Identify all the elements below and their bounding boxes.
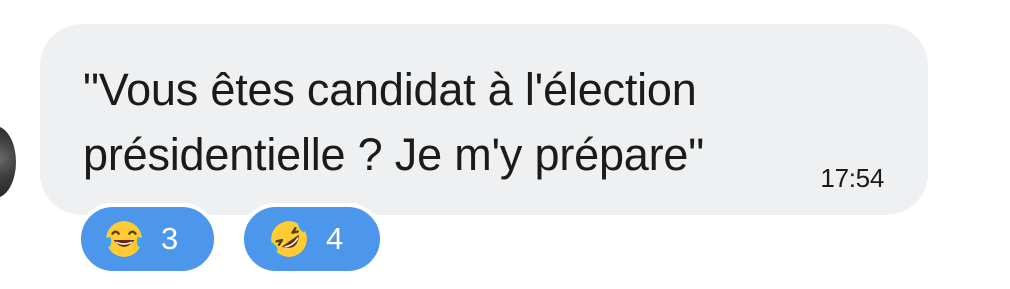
reactions-bar: 3 4	[77, 203, 384, 275]
message-bubble[interactable]: "Vous êtes candidat à l'élection préside…	[40, 24, 928, 215]
message-line-1: "Vous êtes candidat à l'élection	[83, 64, 697, 115]
avatar[interactable]	[0, 126, 16, 198]
reaction-count: 4	[326, 221, 344, 256]
rolling-on-floor-laughing-emoji-icon	[270, 221, 307, 257]
reaction-rolling-laughing[interactable]: 4	[240, 203, 384, 275]
reaction-tears-of-joy[interactable]: 3	[77, 203, 218, 275]
message-timestamp: 17:54	[820, 163, 884, 193]
chat-area: "Vous êtes candidat à l'élection préside…	[0, 0, 1010, 289]
reaction-count: 3	[161, 221, 179, 256]
message-text: "Vous êtes candidat à l'élection préside…	[83, 57, 843, 187]
tears-of-joy-emoji-icon	[105, 221, 143, 257]
message-line-2: présidentielle ? Je m'y prépare"	[83, 129, 704, 180]
